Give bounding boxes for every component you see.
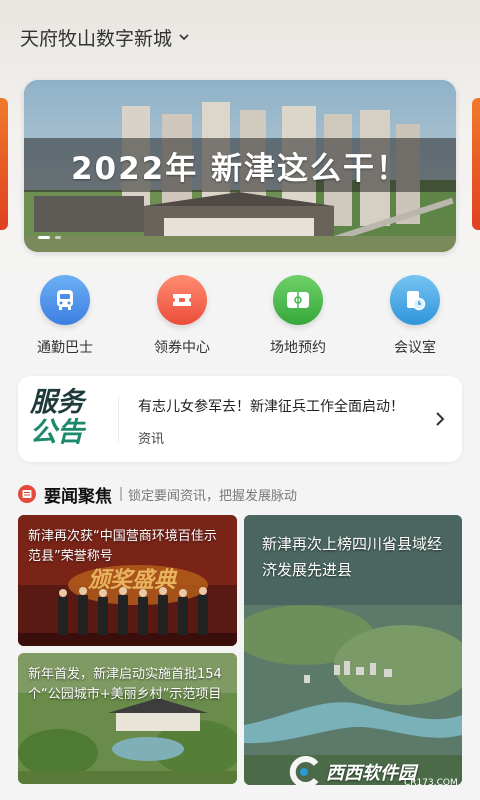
banner-carousel[interactable]: 2022年 新津这么干！ — [24, 80, 456, 252]
quick-entry-grid: 通勤巴士 领券中心 场地预约 会议室 — [0, 275, 480, 357]
news-section-header: 要闻聚焦 锁定要闻资讯，把握发展脉动 — [18, 482, 298, 507]
meeting-room-icon — [390, 275, 440, 325]
section-subtitle: 锁定要闻资讯，把握发展脉动 — [128, 488, 298, 504]
coupon-icon — [157, 275, 207, 325]
quick-entry-label: 会议室 — [394, 340, 436, 356]
service-notice-card[interactable]: 服务 公告 有志儿女参军去！新津征兵工作全面启动！ 资讯 — [18, 376, 462, 462]
notice-headline: 有志儿女参军去！新津征兵工作全面启动！ — [138, 399, 404, 415]
banner-caption-bar: 2022年 新津这么干！ — [24, 138, 456, 192]
quick-entry-commute-bus[interactable]: 通勤巴士 — [20, 275, 110, 357]
section-title: 要闻聚焦 — [44, 486, 112, 507]
quick-entry-meeting-room[interactable]: 会议室 — [370, 275, 460, 357]
news-title: 新津再次上榜四川省县域经济发展先进县 — [262, 535, 443, 579]
banner-caption: 2022年 新津这么干！ — [70, 150, 410, 187]
banner-next-peek[interactable] — [472, 98, 480, 230]
notice-logo-line1: 服务 — [30, 387, 84, 418]
quick-entry-label: 场地预约 — [270, 340, 326, 356]
bus-icon — [40, 275, 90, 325]
service-notice-logo: 服务 公告 — [30, 388, 96, 450]
watermark-url: CR173.COM — [404, 778, 458, 788]
watermark-brand: 西西软件园 — [326, 763, 416, 784]
news-card[interactable]: 颁奖盛典 新津再次获“中国营商环境百佳示范县”荣誉称号 — [18, 515, 237, 646]
quick-entry-venue-booking[interactable]: 场地预约 — [253, 275, 343, 357]
news-title: 新年首发，新津启动实施首批154个“公园城市+美丽乡村”示范项目 — [28, 667, 222, 702]
notice-logo-line2: 公告 — [30, 417, 84, 448]
city-title: 天府牧山数字新城 — [20, 27, 173, 50]
watermark: 西西软件园 CR173.COM — [286, 752, 462, 792]
carousel-dot-active — [38, 236, 50, 239]
field-icon — [273, 275, 323, 325]
news-card[interactable]: 新年首发，新津启动实施首批154个“公园城市+美丽乡村”示范项目 — [18, 653, 237, 784]
news-image-text: 颁奖盛典 — [87, 567, 178, 593]
watermark-logo — [289, 756, 319, 788]
quick-entry-label: 领券中心 — [154, 340, 210, 356]
quick-entry-coupon-center[interactable]: 领券中心 — [137, 275, 227, 357]
banner-prev-peek[interactable] — [0, 98, 8, 230]
divider — [118, 396, 119, 442]
quick-entry-label: 通勤巴士 — [37, 340, 93, 356]
newspaper-icon — [18, 485, 36, 503]
carousel-indicator — [38, 236, 61, 239]
chevron-down-icon — [179, 34, 189, 41]
chevron-right-icon — [436, 412, 445, 426]
notice-category: 资讯 — [138, 432, 165, 447]
news-title: 新津再次获“中国营商环境百佳示范县”荣誉称号 — [28, 529, 217, 564]
news-card-featured[interactable]: 新津再次上榜四川省县域经济发展先进县 — [244, 515, 462, 785]
carousel-dot — [55, 236, 61, 239]
divider — [120, 487, 122, 501]
city-selector[interactable]: 天府牧山数字新城 — [20, 22, 190, 52]
